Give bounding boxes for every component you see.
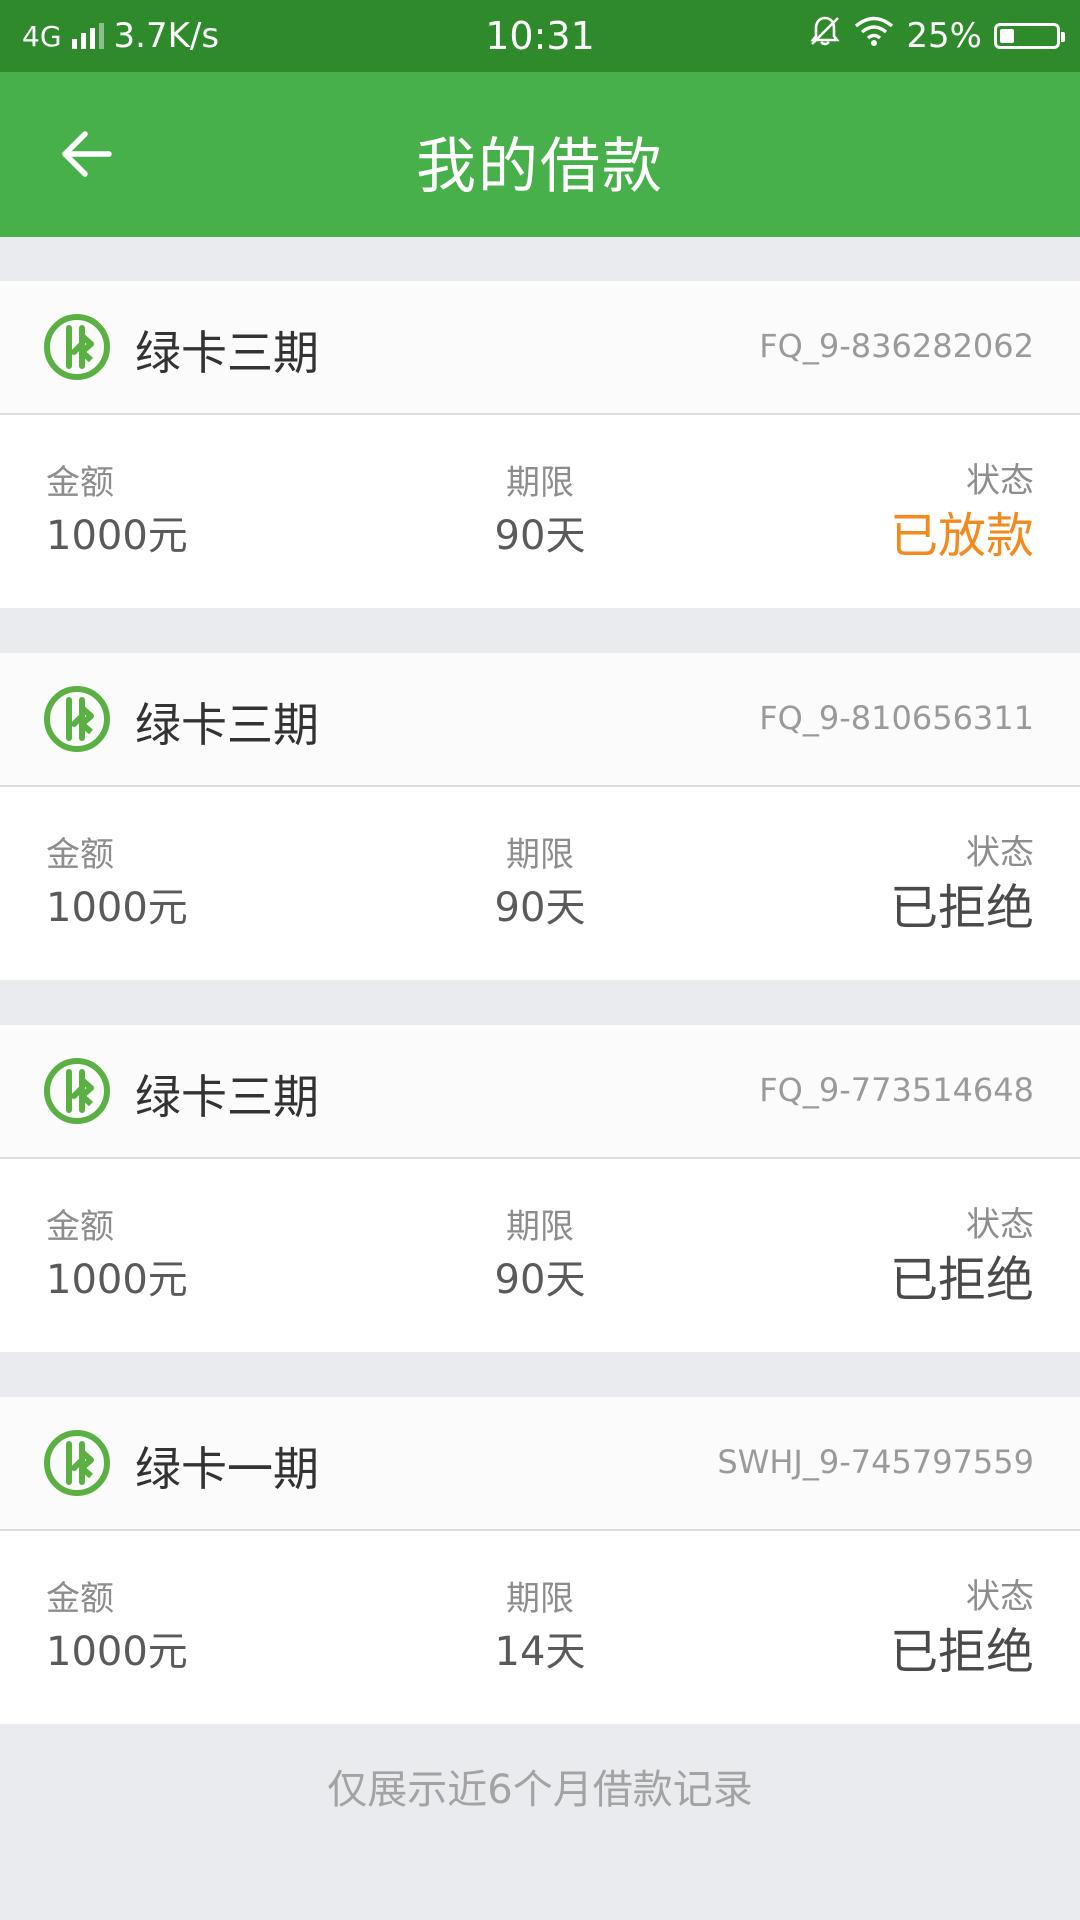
amount-value: 1000元 — [46, 885, 188, 931]
term-value: 90天 — [494, 1257, 586, 1303]
loan-list: 绿卡三期 FQ_9-836282062 金额 1000元 期限 90天 状态 已… — [0, 281, 1080, 1724]
status-label: 状态 — [966, 461, 1034, 501]
page-title: 我的借款 — [416, 132, 664, 202]
term-label: 期限 — [506, 1207, 574, 1247]
status-label: 状态 — [966, 833, 1034, 873]
status-value: 已放款 — [889, 508, 1034, 564]
term-value: 14天 — [494, 1629, 586, 1675]
battery-percent: 25% — [906, 15, 982, 56]
amount-column: 金额 1000元 — [46, 833, 188, 939]
history-note: 仅展示近6个月借款记录 — [327, 1767, 753, 1813]
amount-value: 1000元 — [46, 1629, 188, 1675]
order-number: FQ_9-773514648 — [759, 1071, 1034, 1109]
term-column: 期限 14天 — [390, 1577, 690, 1683]
wifi-icon — [854, 15, 894, 56]
loan-card-header: 绿卡一期 SWHJ_9-745797559 — [0, 1397, 1080, 1531]
term-value: 90天 — [494, 885, 586, 931]
amount-column: 金额 1000元 — [46, 461, 188, 567]
loan-card[interactable]: 绿卡三期 FQ_9-810656311 金额 1000元 期限 90天 状态 已… — [0, 653, 1080, 980]
term-value: 90天 — [494, 513, 586, 559]
amount-label: 金额 — [46, 835, 114, 875]
term-label: 期限 — [506, 1579, 574, 1619]
loan-card-body: 金额 1000元 期限 14天 状态 已拒绝 — [0, 1531, 1080, 1724]
greencard-logo-icon — [44, 1430, 110, 1496]
loan-card[interactable]: 绿卡三期 FQ_9-773514648 金额 1000元 期限 90天 状态 已… — [0, 1025, 1080, 1352]
greencard-logo-icon — [44, 314, 110, 380]
status-value: 已拒绝 — [889, 1252, 1034, 1308]
battery-icon — [994, 22, 1065, 49]
status-column: 状态 已拒绝 — [890, 831, 1034, 941]
loan-card-header: 绿卡三期 FQ_9-773514648 — [0, 1025, 1080, 1159]
status-column: 状态 已拒绝 — [890, 1575, 1034, 1685]
term-column: 期限 90天 — [390, 461, 690, 567]
order-number: FQ_9-836282062 — [759, 327, 1034, 365]
loan-card-header: 绿卡三期 FQ_9-810656311 — [0, 653, 1080, 787]
loan-card-body: 金额 1000元 期限 90天 状态 已放款 — [0, 415, 1080, 608]
product-name: 绿卡一期 — [135, 1442, 319, 1496]
loan-card[interactable]: 绿卡一期 SWHJ_9-745797559 金额 1000元 期限 14天 状态… — [0, 1397, 1080, 1724]
order-number: FQ_9-810656311 — [759, 699, 1034, 737]
silent-bell-icon — [808, 14, 842, 57]
amount-label: 金额 — [46, 463, 114, 503]
term-label: 期限 — [506, 835, 574, 875]
amount-column: 金额 1000元 — [46, 1577, 188, 1683]
loan-card-body: 金额 1000元 期限 90天 状态 已拒绝 — [0, 1159, 1080, 1352]
status-value: 已拒绝 — [889, 1624, 1034, 1680]
status-column: 状态 已放款 — [890, 459, 1034, 569]
product-name: 绿卡三期 — [135, 1070, 319, 1124]
amount-column: 金额 1000元 — [46, 1205, 188, 1311]
product-name: 绿卡三期 — [135, 698, 319, 752]
status-right: 25% — [808, 14, 1065, 57]
status-bar: 4G 3.7K/s 10:31 25% — [0, 0, 1080, 72]
greencard-logo-icon — [44, 1058, 110, 1124]
product-name: 绿卡三期 — [135, 326, 319, 380]
loan-card[interactable]: 绿卡三期 FQ_9-836282062 金额 1000元 期限 90天 状态 已… — [0, 281, 1080, 608]
term-column: 期限 90天 — [390, 833, 690, 939]
amount-value: 1000元 — [46, 1257, 188, 1303]
status-label: 状态 — [966, 1577, 1034, 1617]
amount-label: 金额 — [46, 1207, 114, 1247]
loan-card-body: 金额 1000元 期限 90天 状态 已拒绝 — [0, 787, 1080, 980]
loan-card-header: 绿卡三期 FQ_9-836282062 — [0, 281, 1080, 415]
greencard-logo-icon — [44, 686, 110, 752]
term-label: 期限 — [506, 463, 574, 503]
status-column: 状态 已拒绝 — [890, 1203, 1034, 1313]
term-column: 期限 90天 — [390, 1205, 690, 1311]
status-label: 状态 — [966, 1205, 1034, 1245]
order-number: SWHJ_9-745797559 — [717, 1443, 1034, 1481]
app-bar: 我的借款 — [0, 72, 1080, 237]
battery-fill — [1000, 28, 1014, 43]
amount-label: 金额 — [46, 1579, 114, 1619]
status-value: 已拒绝 — [889, 880, 1034, 936]
amount-value: 1000元 — [46, 513, 188, 559]
